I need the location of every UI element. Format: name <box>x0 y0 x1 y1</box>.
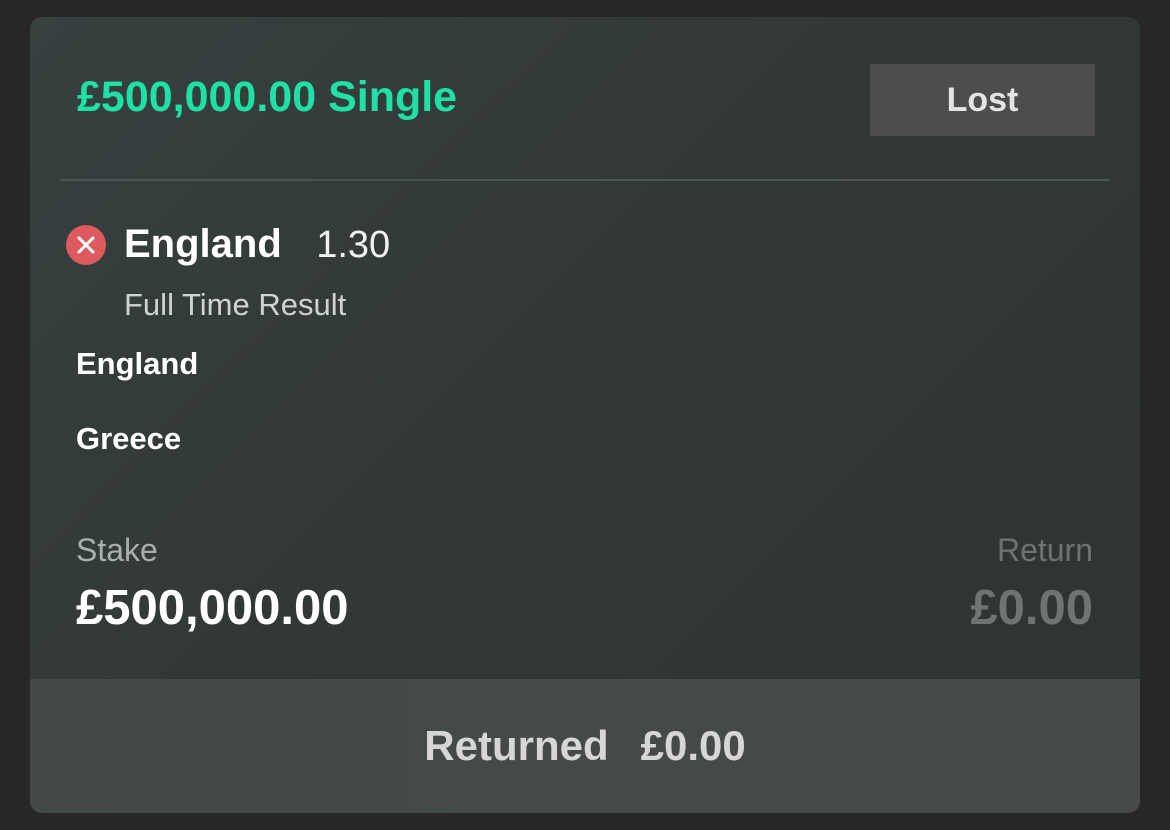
stake-label: Stake <box>76 532 158 568</box>
return-label: Return <box>996 532 1093 568</box>
return-value: £0.00 <box>970 581 1093 635</box>
selection-odds: 1.30 <box>316 224 391 266</box>
returned-label: Returned <box>424 722 609 769</box>
status-badge: Lost <box>870 64 1095 136</box>
bet-card: £500,000.00 Single Lost England 1.30 Ful… <box>30 17 1140 813</box>
close-x-icon <box>66 225 106 265</box>
bet-title: £500,000.00 Single <box>77 73 458 121</box>
divider <box>60 179 1110 181</box>
selection-row: England 1.30 <box>124 219 390 278</box>
home-team: England <box>76 346 199 381</box>
returned-value: £0.00 <box>640 722 746 769</box>
selection-name: England <box>124 222 282 266</box>
market-name: Full Time Result <box>124 287 347 322</box>
away-team: Greece <box>76 421 182 456</box>
returned-footer: Returned £0.00 <box>30 679 1140 813</box>
stake-value: £500,000.00 <box>76 581 349 635</box>
